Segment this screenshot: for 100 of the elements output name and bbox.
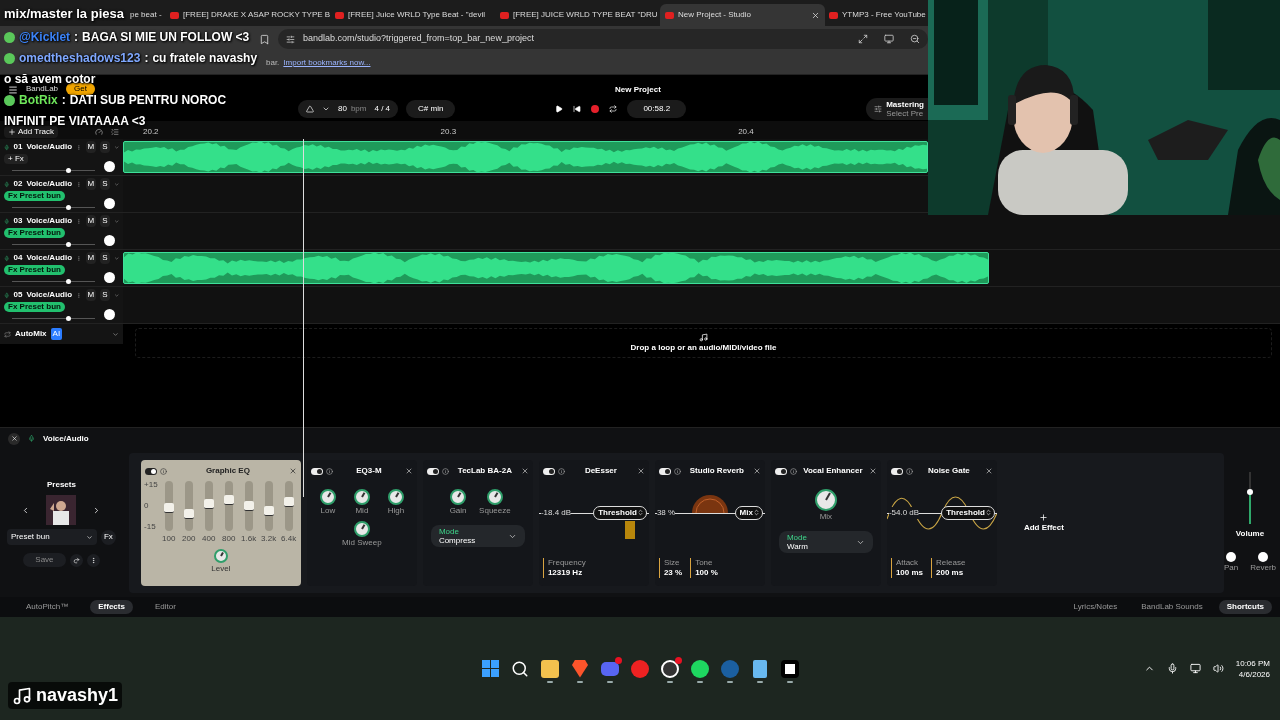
bpm-value[interactable]: 80 — [338, 103, 347, 115]
bottom-tab[interactable]: Editor — [146, 600, 184, 614]
info-icon[interactable] — [557, 467, 565, 475]
browser-tab[interactable]: [FREE] JUICE WRLD TYPE BEAT "DRU — [495, 4, 660, 26]
mode-dropdown[interactable]: Mode Warm — [778, 531, 873, 553]
track-header[interactable]: 03 Voice/Audio M S Fx Preset bun — [0, 213, 123, 249]
track-header[interactable]: 01 Voice/Audio M S + Fx — [0, 139, 123, 175]
mute-button[interactable]: M — [85, 289, 97, 301]
track-header[interactable]: 04 Voice/Audio M S Fx Preset bun — [0, 250, 123, 286]
effect-toggle[interactable] — [890, 467, 903, 475]
fx-button[interactable]: Fx — [100, 529, 116, 545]
metronome-icon[interactable] — [306, 105, 314, 113]
key-control[interactable]: C# min — [406, 100, 456, 118]
knob[interactable] — [353, 489, 370, 505]
clock-time[interactable]: 10:06 PM — [1235, 657, 1270, 669]
reverb-knob-icon[interactable] — [1258, 552, 1269, 562]
time-signature[interactable]: 4 / 4 — [374, 103, 391, 115]
cast-icon[interactable] — [884, 34, 894, 44]
share-button[interactable] — [69, 553, 83, 567]
skip-back-icon[interactable] — [573, 105, 582, 113]
effect-card[interactable]: Graphic EQ +15 0 -15 100 200 400 800 1.6k 3.2k 6.4k Level — [140, 460, 301, 586]
knob[interactable] — [387, 489, 404, 505]
clock-date[interactable]: 4/6/2026 — [1238, 668, 1270, 680]
browser-tab[interactable]: pe beat - — [128, 4, 165, 26]
volume-slider-thumb[interactable] — [66, 168, 72, 173]
fx-preset-badge[interactable]: Fx Preset bun — [4, 191, 65, 201]
close-icon[interactable] — [404, 467, 413, 475]
level-knob[interactable] — [213, 549, 228, 563]
browser-tab[interactable]: New Project - Studio — [660, 4, 825, 26]
close-icon[interactable] — [752, 467, 761, 475]
volume-slider-thumb[interactable] — [66, 316, 72, 321]
knob[interactable] — [814, 489, 837, 511]
collapse-icon[interactable] — [111, 128, 119, 136]
bottom-link[interactable]: Lyrics/Notes — [1065, 600, 1126, 614]
close-panel-button[interactable] — [8, 432, 20, 445]
play-icon[interactable] — [555, 105, 564, 113]
pan-knob-icon[interactable] — [104, 198, 115, 209]
close-icon[interactable] — [636, 467, 645, 475]
pan-knob-icon[interactable] — [104, 235, 115, 246]
threshold-control[interactable]: Mix — [734, 505, 763, 520]
tempo-control[interactable]: 80 bpm 4 / 4 — [298, 100, 399, 118]
volume-slider-thumb[interactable] — [66, 242, 72, 247]
effect-card[interactable]: DeEsser -18.4 dB Threshold Frequency 12319 Hz — [538, 460, 649, 586]
solo-button[interactable]: S — [100, 178, 110, 190]
browser-tab[interactable]: YTMP3 - Free YouTube — [825, 4, 928, 26]
mute-button[interactable]: M — [85, 215, 97, 227]
bottom-tab[interactable]: AutoPitch™ — [18, 600, 77, 614]
expand-icon[interactable] — [112, 330, 119, 338]
bottom-tab[interactable]: Effects — [90, 600, 133, 614]
effect-toggle[interactable] — [658, 467, 671, 475]
eq-fader-handle[interactable] — [243, 501, 254, 511]
address-bar[interactable]: bandlab.com/studio?triggered_from=top_bar_new_project — [278, 29, 928, 49]
eq-fader-handle[interactable] — [163, 503, 174, 513]
menu-icon[interactable] — [8, 85, 18, 95]
pan-knob-icon[interactable] — [104, 161, 115, 172]
record-icon[interactable] — [591, 105, 600, 113]
display-icon[interactable] — [1189, 663, 1201, 674]
audio-clip[interactable] — [123, 252, 989, 284]
effect-card[interactable]: Studio Reverb 38 % Mix Size 23 % Tone 100 % — [654, 460, 765, 586]
volume-thumb[interactable] — [1247, 488, 1253, 495]
bandlab-logo[interactable]: BandLab — [26, 83, 59, 95]
threshold-control[interactable]: Threshold — [941, 505, 995, 520]
solo-button[interactable]: S — [100, 252, 110, 264]
tool-icon[interactable] — [95, 128, 103, 136]
track-header[interactable]: 02 Voice/Audio M S Fx Preset bun — [0, 176, 123, 212]
mastering-button[interactable]: Mastering Select Pre — [866, 98, 928, 120]
pan-knob-icon[interactable] — [104, 309, 115, 320]
info-icon[interactable] — [325, 467, 333, 475]
browser-tab[interactable]: [FREE] DRAKE X ASAP ROCKY TYPE B — [165, 4, 330, 26]
bottom-link[interactable]: BandLab Sounds — [1133, 600, 1211, 614]
effect-toggle[interactable] — [144, 467, 157, 475]
info-icon[interactable] — [441, 467, 449, 475]
more-button[interactable] — [86, 553, 100, 567]
solo-button[interactable]: S — [100, 141, 110, 153]
close-icon[interactable] — [868, 467, 877, 475]
preset-dropdown[interactable]: Preset bun — [6, 529, 97, 545]
mode-dropdown[interactable]: Mode Compress — [430, 525, 525, 547]
effect-card[interactable]: EQ3-M Low Mid High Mid Sweep — [306, 460, 417, 586]
close-icon[interactable] — [520, 467, 529, 475]
eq-fader-handle[interactable] — [183, 509, 194, 519]
zoom-icon[interactable] — [910, 34, 920, 44]
knob[interactable] — [319, 489, 336, 505]
volume-slider-thumb[interactable] — [66, 279, 72, 284]
info-icon[interactable] — [673, 467, 681, 475]
fx-preset-badge[interactable]: Fx Preset bun — [4, 265, 65, 275]
info-icon[interactable] — [159, 467, 167, 475]
knob[interactable] — [450, 489, 467, 505]
get-button[interactable]: Get — [66, 83, 95, 95]
extension-icon[interactable] — [858, 34, 868, 44]
mute-button[interactable]: M — [85, 252, 97, 264]
solo-button[interactable]: S — [100, 215, 110, 227]
eq-fader-handle[interactable] — [263, 505, 274, 516]
mute-button[interactable]: M — [85, 141, 97, 153]
knob[interactable] — [486, 489, 503, 505]
close-tab-icon[interactable] — [811, 10, 820, 20]
volume-icon[interactable] — [1212, 663, 1224, 674]
threshold-control[interactable]: Threshold — [593, 505, 647, 520]
fx-preset-badge[interactable]: Fx Preset bun — [4, 302, 65, 312]
bottom-link[interactable]: Shortcuts — [1218, 600, 1272, 614]
knob[interactable] — [353, 521, 370, 537]
